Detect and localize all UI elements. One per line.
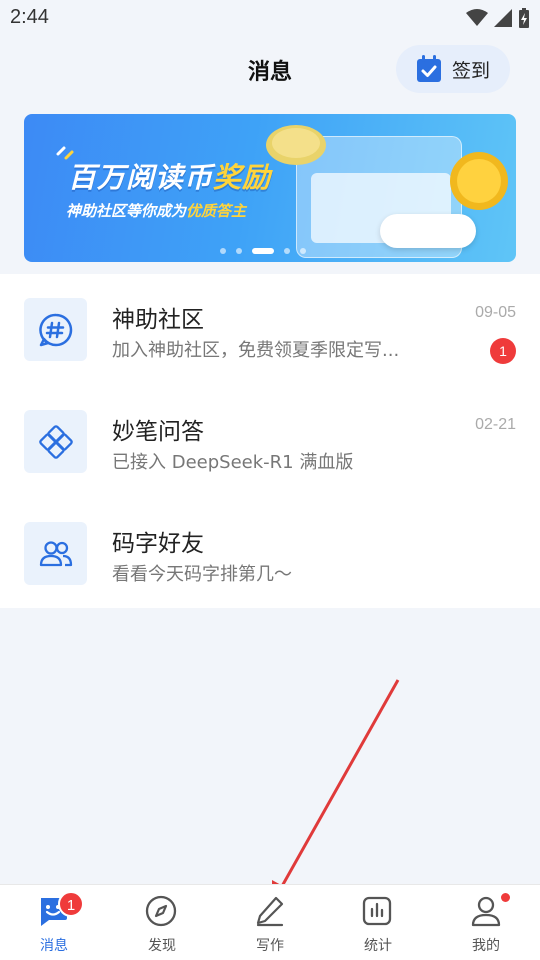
- friends-icon: [39, 540, 72, 566]
- signin-button[interactable]: 签到: [396, 45, 510, 93]
- tab-profile[interactable]: 我的: [432, 885, 540, 960]
- battery-icon: [519, 8, 529, 28]
- status-time: 2:44: [10, 6, 49, 28]
- item-date: 02-21: [475, 416, 516, 433]
- tab-stats[interactable]: 统计: [324, 885, 432, 960]
- tab-write[interactable]: 写作: [216, 885, 324, 960]
- tab-messages[interactable]: 1 消息: [0, 885, 108, 960]
- message-item-qa[interactable]: 妙笔问答 已接入 DeepSeek-R1 满血版 02-21: [0, 386, 540, 498]
- status-bar: 2:44: [0, 0, 540, 36]
- gold-coin-icon: [266, 125, 326, 165]
- notification-dot: [501, 893, 510, 902]
- message-item-community[interactable]: 神助社区 加入神助社区，免费领夏季限定写... 09-05 1: [0, 274, 540, 386]
- tab-badge: 1: [58, 891, 84, 917]
- stats-icon: [362, 896, 392, 926]
- tab-label: 消息: [40, 938, 68, 954]
- item-icon-box: [24, 298, 87, 361]
- carousel-dot[interactable]: [236, 248, 242, 254]
- banner-title: 百万阅读币奖励: [68, 156, 271, 196]
- carousel-indicator: [220, 248, 306, 254]
- tab-discover[interactable]: 发现: [108, 885, 216, 960]
- header: 消息 签到: [0, 40, 540, 100]
- item-title: 码字好友: [112, 531, 204, 557]
- diamond-knot-icon: [38, 424, 73, 459]
- compass-icon: [145, 895, 177, 927]
- tab-label: 发现: [148, 938, 176, 954]
- wifi-icon: [466, 9, 488, 26]
- carousel-dot[interactable]: [284, 248, 290, 254]
- tab-label: 写作: [256, 938, 284, 954]
- item-icon-box: [24, 410, 87, 473]
- gold-coin-icon: [450, 152, 508, 210]
- tab-label: 我的: [472, 938, 500, 954]
- item-subtitle: 已接入 DeepSeek-R1 满血版: [112, 452, 354, 473]
- signal-icon: [494, 9, 512, 27]
- item-subtitle: 看看今天码字排第几～: [112, 564, 292, 585]
- banner-title-highlight: 奖励: [213, 161, 272, 194]
- message-item-friends[interactable]: 码字好友 看看今天码字排第几～: [0, 498, 540, 610]
- item-subtitle: 加入神助社区，免费领夏季限定写...: [112, 340, 400, 361]
- profile-icon: [471, 896, 501, 927]
- banner-title-main: 百万阅读币: [68, 161, 214, 194]
- unread-badge: 1: [490, 338, 516, 364]
- item-title: 妙笔问答: [112, 419, 204, 445]
- banner-subtitle: 神助社区等你成为优质答主: [66, 200, 246, 221]
- carousel-dot[interactable]: [300, 248, 306, 254]
- banner-subtitle-main: 神助社区等你成为: [66, 202, 187, 220]
- signin-label: 签到: [451, 59, 490, 82]
- banner-subtitle-highlight: 优质答主: [186, 202, 247, 220]
- message-list: 神助社区 加入神助社区，免费领夏季限定写... 09-05 1 妙笔问答 已接入…: [0, 274, 540, 608]
- item-title: 神助社区: [112, 307, 204, 333]
- carousel-dot-active[interactable]: [252, 248, 274, 254]
- hashtag-chat-icon: [38, 313, 72, 346]
- tab-label: 统计: [364, 938, 392, 954]
- banner-illustration-pill: [380, 214, 476, 248]
- bottom-tab-bar: 1 消息 发现 写作 统计 我的: [0, 884, 540, 960]
- status-icons: [466, 8, 530, 28]
- calendar-check-icon: [416, 55, 441, 82]
- carousel-dot[interactable]: [220, 248, 226, 254]
- item-icon-box: [24, 522, 87, 585]
- item-date: 09-05: [475, 304, 516, 321]
- promo-banner[interactable]: 百万阅读币奖励 神助社区等你成为优质答主: [24, 114, 516, 262]
- pen-icon: [256, 896, 284, 927]
